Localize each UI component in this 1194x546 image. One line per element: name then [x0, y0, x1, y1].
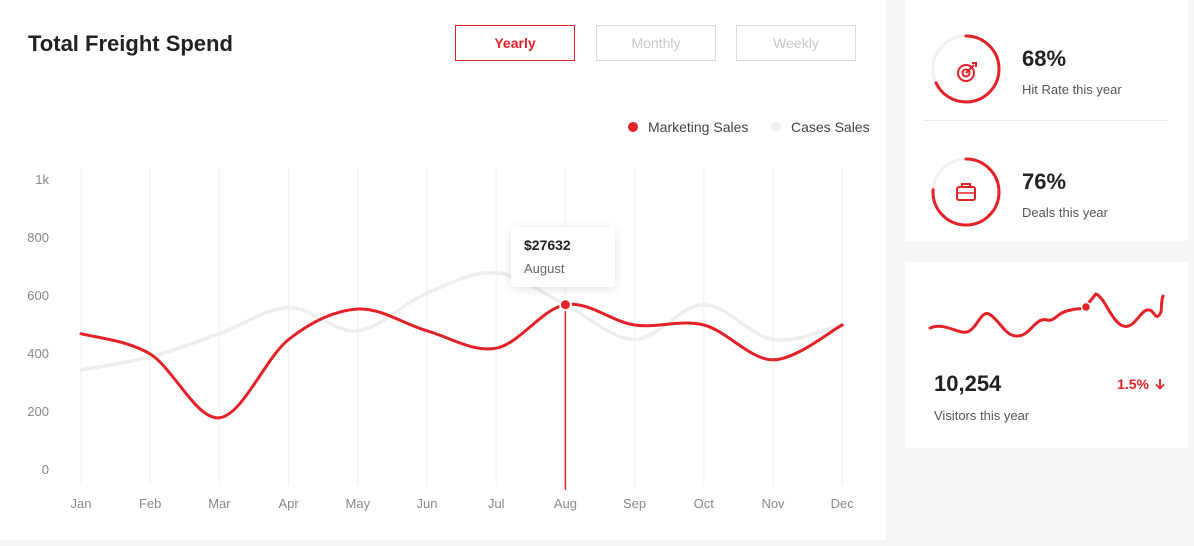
legend-label: Marketing Sales [648, 119, 749, 135]
arrow-down-icon [1155, 379, 1165, 390]
sparkline-marker [1080, 301, 1092, 313]
x-tick-label: Aug [554, 496, 577, 511]
hit-rate-ring [931, 34, 1001, 104]
stats-card: 68% Hit Rate this year 76% Deals this ye… [905, 0, 1188, 241]
y-tick-label: 200 [27, 404, 49, 419]
hit-rate-caption: Hit Rate this year [1022, 82, 1122, 97]
deals-ring [931, 157, 1001, 227]
legend-dot [628, 122, 638, 132]
x-tick-label: Jun [417, 496, 438, 511]
visitors-caption: Visitors this year [934, 408, 1030, 423]
visitors-card: 10,254 Visitors this year 1.5% [905, 262, 1188, 448]
legend-cases-sales[interactable]: Cases Sales [771, 119, 870, 135]
legend-marketing-sales[interactable]: Marketing Sales [628, 119, 748, 135]
x-tick-label: Dec [831, 496, 855, 511]
deals-value: 76% [1022, 169, 1067, 194]
x-tick-label: Oct [694, 496, 715, 511]
visitors-value: 10,254 [934, 371, 1002, 396]
tab-weekly[interactable]: Weekly [736, 25, 856, 61]
hit-rate-value: 68% [1022, 46, 1067, 71]
stats-divider [923, 120, 1168, 121]
stat-deals: 76% Deals this year [905, 133, 1188, 227]
legend-dot [771, 122, 781, 132]
briefcase-icon [956, 183, 976, 201]
stat-hit-rate: 68% Hit Rate this year [905, 10, 1188, 104]
page-title: Total Freight Spend [28, 31, 233, 56]
x-tick-label: Apr [278, 496, 299, 511]
y-tick-label: 1k [35, 172, 49, 187]
target-icon [957, 62, 977, 82]
y-tick-label: 600 [27, 288, 49, 303]
y-tick-label: 400 [27, 346, 49, 361]
freight-spend-card: Total Freight Spend Yearly Monthly Weekl… [0, 0, 886, 540]
deals-caption: Deals this year [1022, 205, 1108, 220]
visitors-sparkline [928, 292, 1165, 338]
line-chart: Jan Feb Mar Apr May Jun Jul Aug Sep Oct Nov Dec 0 200… [27, 168, 855, 511]
x-tick-label: Mar [208, 496, 231, 511]
tooltip-value: $27632 [524, 237, 571, 253]
x-tick-label: Sep [623, 496, 646, 511]
y-tick-label: 0 [42, 462, 49, 477]
y-tick-label: 800 [27, 230, 49, 245]
x-tick-label: Jan [71, 496, 92, 511]
x-tick-label: Feb [139, 496, 161, 511]
series-line-cases-sales [79, 270, 844, 372]
tooltip-label: August [524, 261, 565, 276]
x-tick-label: May [346, 496, 371, 511]
x-tick-label: Nov [761, 496, 785, 511]
tab-monthly[interactable]: Monthly [596, 25, 716, 61]
visitors-delta: 1.5% [1117, 376, 1166, 392]
tab-yearly[interactable]: Yearly [455, 25, 575, 61]
legend-label: Cases Sales [791, 119, 870, 135]
chart-tooltip: $27632 August [511, 227, 615, 287]
x-tick-label: Jul [488, 496, 505, 511]
delta-value: 1.5% [1117, 376, 1149, 392]
highlight-point [558, 298, 572, 312]
series-line-marketing-sales [79, 302, 844, 420]
